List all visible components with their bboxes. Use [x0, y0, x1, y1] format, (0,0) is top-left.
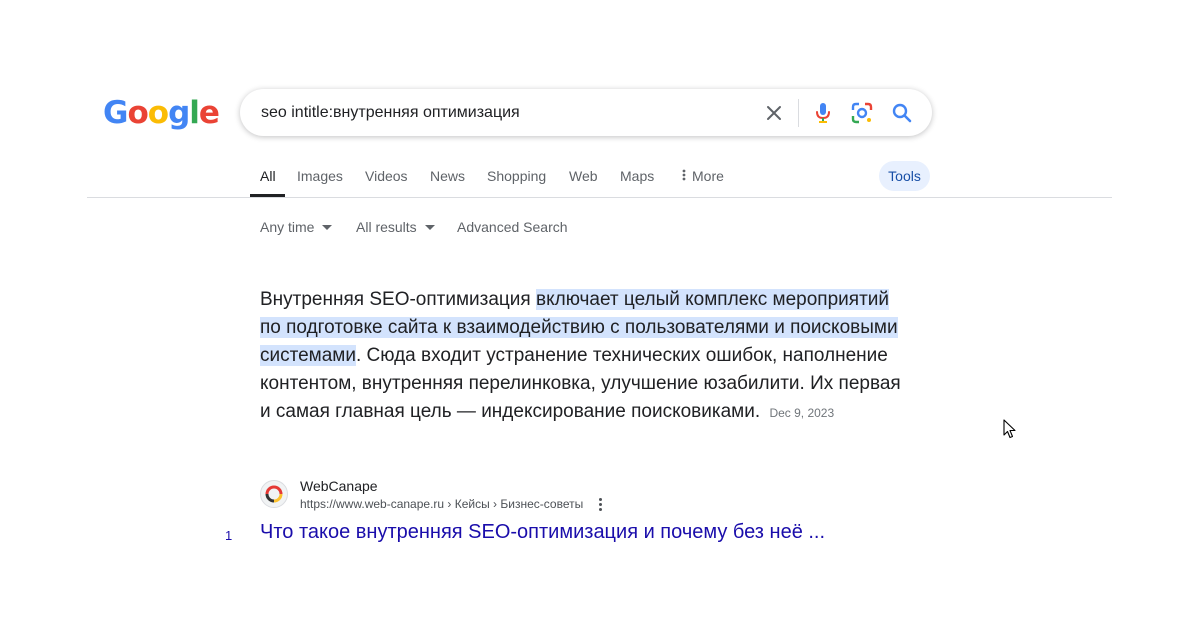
- tab-maps[interactable]: Maps: [620, 160, 654, 197]
- microphone-icon[interactable]: [810, 89, 836, 136]
- mouse-cursor-icon: [1003, 419, 1016, 444]
- tab-more-label: More: [692, 168, 724, 184]
- advanced-search-link[interactable]: Advanced Search: [457, 217, 568, 237]
- more-vert-icon: [682, 160, 686, 192]
- search-input[interactable]: seo intitle:внутренняя оптимизация: [261, 89, 520, 136]
- results-filter-label: All results: [356, 219, 417, 235]
- caret-down-icon: [322, 224, 333, 230]
- tab-more[interactable]: More: [682, 160, 724, 197]
- results-filter-dropdown[interactable]: All results: [356, 217, 435, 237]
- site-favicon[interactable]: [260, 480, 288, 508]
- caret-down-icon: [424, 224, 435, 230]
- tab-news[interactable]: News: [430, 160, 465, 197]
- logo-letter: e: [198, 95, 220, 131]
- featured-snippet: Внутренняя SEO-оптимизация включает целы…: [260, 286, 910, 427]
- result-title-link[interactable]: Что такое внутренняя SEO-оптимизация и п…: [260, 519, 825, 545]
- logo-letter: l: [189, 95, 200, 131]
- tab-images[interactable]: Images: [297, 160, 343, 197]
- logo-letter: G: [103, 95, 128, 131]
- search-divider: [798, 99, 799, 127]
- more-options-icon[interactable]: [594, 496, 606, 512]
- google-logo[interactable]: Google: [103, 93, 220, 133]
- search-results-page: Google seo intitle:внутренняя оптимизаци…: [0, 0, 1200, 630]
- tab-shopping[interactable]: Shopping: [487, 160, 546, 197]
- tools-button[interactable]: Tools: [879, 161, 930, 191]
- close-icon[interactable]: [760, 89, 788, 136]
- camera-lens-icon[interactable]: [849, 89, 875, 136]
- site-name[interactable]: WebCanape: [300, 477, 378, 495]
- tab-all[interactable]: All: [260, 160, 276, 197]
- tab-web[interactable]: Web: [569, 160, 598, 197]
- site-url[interactable]: https://www.web-canape.ru › Кейсы › Бизн…: [300, 496, 583, 512]
- logo-letter: o: [127, 95, 148, 131]
- result-number: 1: [225, 528, 233, 543]
- search-icon[interactable]: [889, 89, 915, 136]
- snippet-date: Dec 9, 2023: [769, 406, 835, 420]
- tab-videos[interactable]: Videos: [365, 160, 408, 197]
- search-box[interactable]: seo intitle:внутренняя оптимизация: [240, 89, 932, 136]
- snippet-text: Внутренняя SEO-оптимизация: [260, 289, 536, 310]
- tabs-divider: [87, 197, 1112, 198]
- time-filter-label: Any time: [260, 219, 315, 235]
- logo-letter: g: [168, 95, 190, 131]
- time-filter-dropdown[interactable]: Any time: [260, 217, 333, 237]
- logo-letter: o: [147, 95, 169, 131]
